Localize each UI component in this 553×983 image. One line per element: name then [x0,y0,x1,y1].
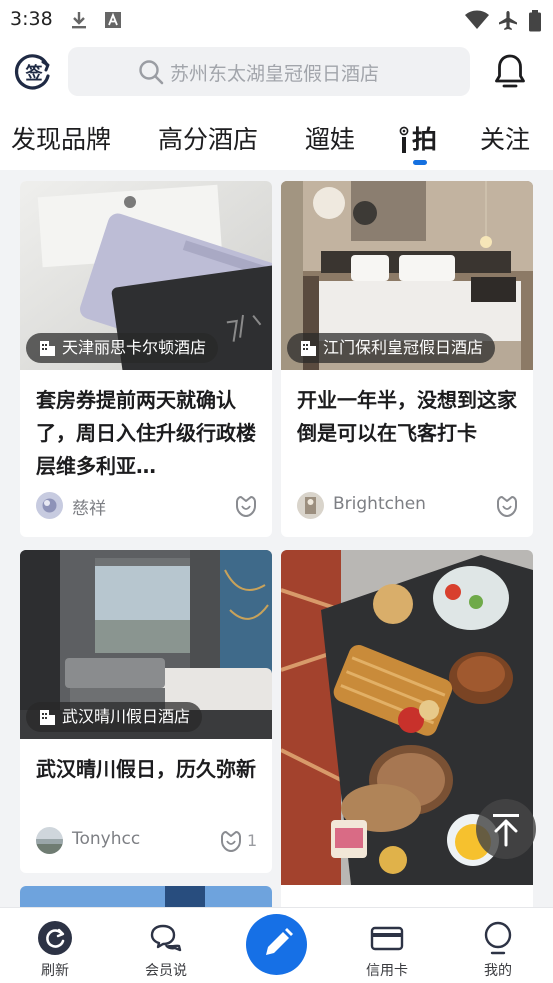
post-card[interactable]: 江门保利皇冠假日酒店 开业一年半，没想到这家倒是可以在飞客打卡 Brightch… [281,181,533,537]
pencil-icon [266,928,293,955]
author-name: Tonyhcc [72,829,141,849]
like-icon[interactable] [218,828,244,854]
building-icon [40,710,55,725]
hotel-location-name: 武汉晴川假日酒店 [62,707,191,726]
camera-i-icon [399,126,409,153]
credit-card-icon [370,926,404,951]
sign-in-button[interactable]: 签 [14,52,54,92]
compose-post-button[interactable] [246,914,307,975]
airplane-icon [499,11,517,30]
hotel-location-tag[interactable]: 江门保利皇冠假日酒店 [287,333,496,363]
search-placeholder: 苏州东太湖皇冠假日酒店 [170,63,380,85]
hotel-location-name: 天津丽思卡尔顿酒店 [62,338,207,357]
post-title: 开业一年半，没想到这家倒是可以在飞客打卡 [297,388,517,445]
hotel-location-name: 江门保利皇冠假日酒店 [323,338,484,357]
chat-bubbles-icon [150,924,182,952]
post-card[interactable] [20,886,272,907]
search-icon [139,60,164,85]
post-title: 套房券提前两天就确认了，周日入住升级行政楼层维多利亚… [36,388,256,478]
nav-member-talk-label: 会员说 [145,963,187,979]
nav-profile[interactable]: 我的 [458,908,538,983]
author-name: 慈祥 [72,499,106,519]
category-tabs: 发现品牌 高分酒店 遛娃 拍 关注 [0,106,553,170]
sign-in-icon: 签 [14,54,50,90]
app-header: 签 苏州东太湖皇冠假日酒店 [0,38,553,106]
like-icon[interactable] [494,493,520,519]
post-card[interactable]: 天津丽思卡尔顿酒店 套房券提前两天就确认了，周日入住升级行政楼层维多利亚… 慈祥 [20,181,272,537]
tab-family-kids[interactable]: 遛娃 [305,120,355,156]
notifications-button[interactable] [492,52,528,92]
nav-refresh[interactable]: 刷新 [15,908,95,983]
refresh-icon [38,921,72,955]
tab-photo-label: 拍 [412,125,438,154]
search-bar[interactable]: 苏州东太湖皇冠假日酒店 [68,47,470,96]
post-title: 武汉晴川假日，历久弥新 [36,757,256,781]
nav-member-talk[interactable]: 会员说 [126,908,206,983]
nav-credit-card[interactable]: 信用卡 [347,908,427,983]
battery-icon [529,10,541,32]
profile-icon [484,921,512,955]
avatar [36,827,63,854]
like-count: 1 [247,831,258,850]
arrow-up-icon [493,814,519,847]
tab-photo[interactable]: 拍 [396,120,437,156]
building-icon [40,341,55,356]
active-tab-indicator [413,160,427,165]
bell-icon [495,54,525,88]
avatar [36,492,63,519]
sign-in-label: 签 [25,63,44,84]
avatar [297,492,324,519]
post-card[interactable]: 武汉晴川假日酒店 武汉晴川假日，历久弥新 Tonyhcc 1 [20,550,272,873]
status-bar: 3:38 [0,0,553,38]
tab-discover-brands[interactable]: 发现品牌 [11,120,111,156]
bottom-navigation: 刷新 会员说 信用卡 我的 [0,907,553,983]
status-time: 3:38 [10,8,53,30]
building-icon [301,341,316,356]
hotel-location-tag[interactable]: 天津丽思卡尔顿酒店 [26,333,219,363]
post-photo [20,886,272,907]
nav-credit-card-label: 信用卡 [366,963,408,979]
hotel-location-tag[interactable]: 武汉晴川假日酒店 [26,702,203,732]
nav-refresh-label: 刷新 [41,963,69,979]
nav-profile-label: 我的 [484,963,512,979]
a-box-icon [105,12,121,28]
tab-top-rated-hotels[interactable]: 高分酒店 [158,120,258,156]
wifi-icon [465,10,489,29]
post-feed: 天津丽思卡尔顿酒店 套房券提前两天就确认了，周日入住升级行政楼层维多利亚… 慈祥 [0,170,553,907]
tab-following[interactable]: 关注 [480,120,530,156]
back-to-top-button[interactable] [476,799,536,859]
like-icon[interactable] [233,493,259,519]
download-icon [72,12,86,29]
author-name: Brightchen [333,494,426,514]
